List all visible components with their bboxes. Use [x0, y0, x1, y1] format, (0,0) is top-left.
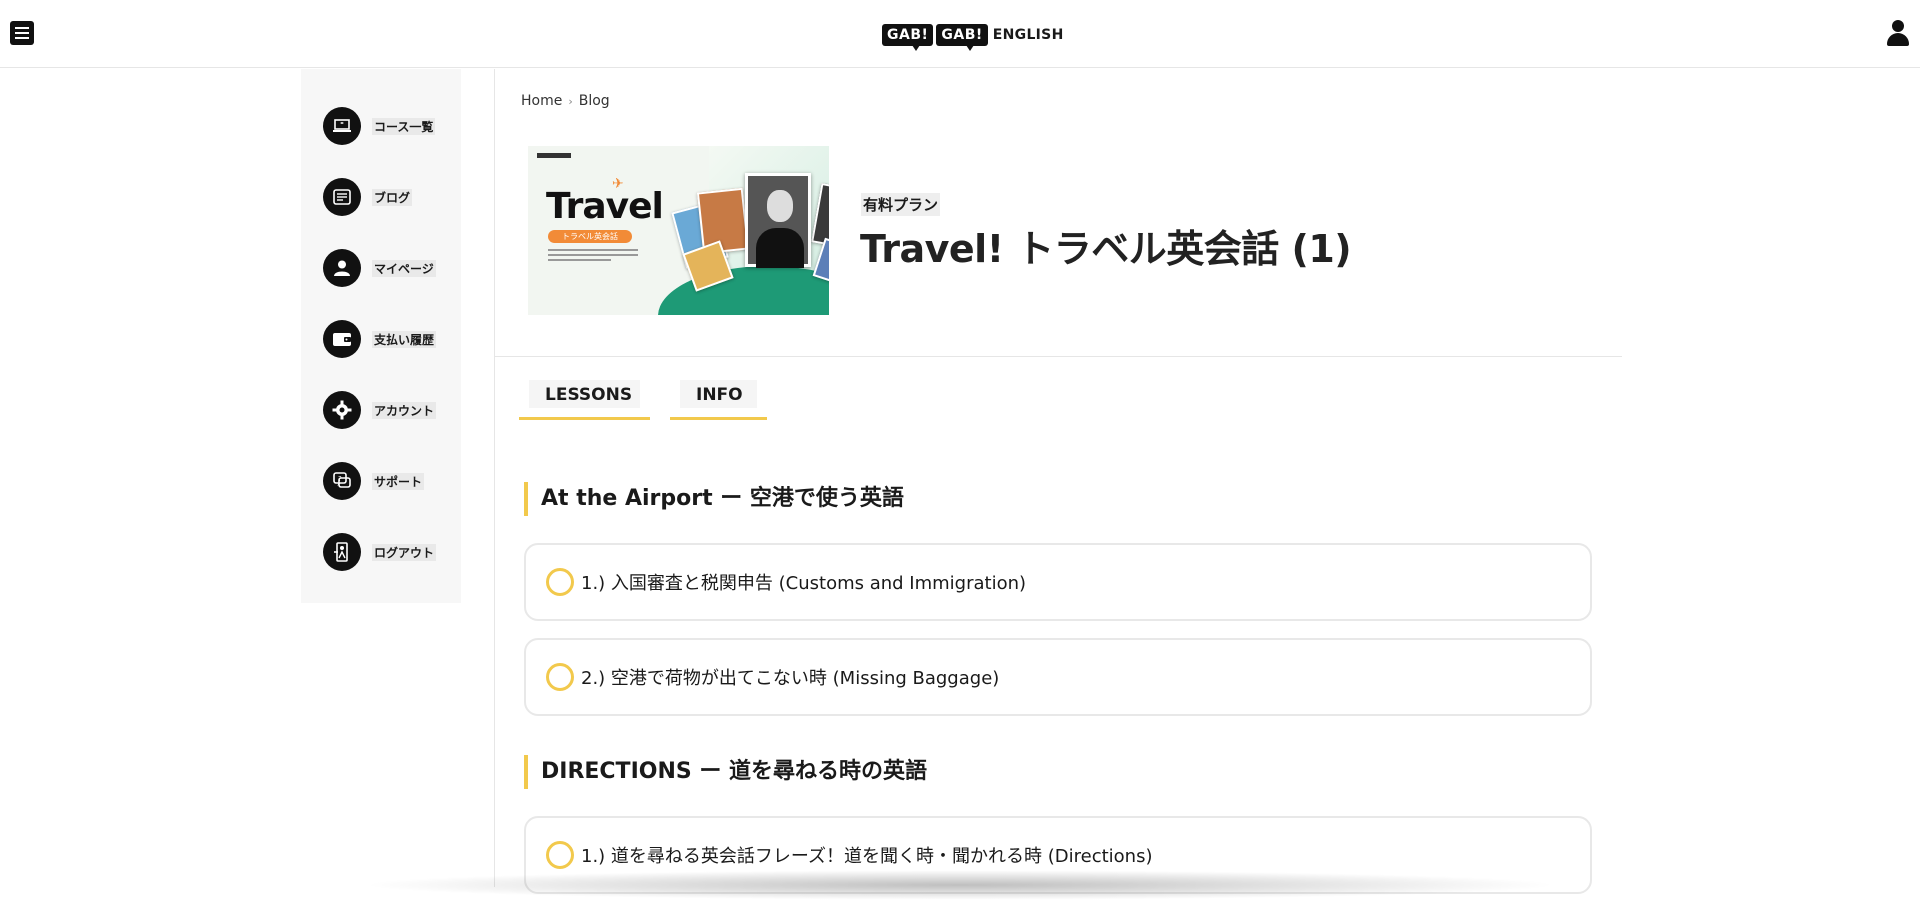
- gear-icon: [323, 391, 361, 429]
- top-bar: GAB! GAB! ENGLISH: [0, 0, 1920, 68]
- lesson-status-circle-icon: [546, 663, 574, 691]
- sidebar-item-blog[interactable]: ブログ: [323, 177, 453, 217]
- plan-badge: 有料プラン: [861, 193, 941, 216]
- thumbnail-subtitle: トラベル英会話: [548, 230, 632, 243]
- sidebar-item-courses[interactable]: コース一覧: [323, 106, 453, 146]
- tab-info[interactable]: INFO: [670, 380, 767, 420]
- laptop-icon: [323, 107, 361, 145]
- sidebar-item-label: コース一覧: [372, 117, 436, 135]
- logo-word: ENGLISH: [992, 27, 1064, 43]
- sidebar: コース一覧 ブログ マイページ 支払い履歴 アカウント ? サポート ログアウト: [301, 69, 461, 603]
- sidebar-item-support[interactable]: ? サポート: [323, 461, 453, 501]
- sidebar-item-account[interactable]: アカウント: [323, 390, 453, 430]
- bottom-shadow: [360, 870, 1560, 900]
- tab-label: LESSONS: [529, 380, 640, 408]
- content-divider: [494, 69, 495, 887]
- thumbnail-description-lines: [548, 249, 638, 264]
- sidebar-item-label: ログアウト: [372, 543, 437, 561]
- sidebar-item-mypage[interactable]: マイページ: [323, 248, 453, 288]
- lesson-title: 1.) 入国審査と税関申告 (Customs and Immigration): [581, 573, 1027, 594]
- lesson-title: 1.) 道を尋ねる英会話フレーズ！道を聞く時・聞かれる時 (Directions…: [581, 846, 1153, 867]
- section-heading: DIRECTIONS ー 道を尋ねる時の英語: [524, 755, 927, 789]
- support-icon: ?: [323, 462, 361, 500]
- breadcrumb: Home › Blog: [521, 93, 610, 109]
- lesson-title: 2.) 空港で荷物が出てこない時 (Missing Baggage): [581, 668, 1000, 689]
- sidebar-item-label: マイページ: [372, 259, 436, 277]
- tab-label: INFO: [680, 380, 757, 408]
- header-divider: [495, 356, 1622, 357]
- section-heading: At the Airport ー 空港で使う英語: [524, 482, 904, 516]
- thumbnail-brand-mark: [537, 153, 571, 158]
- breadcrumb-separator-icon: ›: [568, 94, 573, 108]
- tab-lessons[interactable]: LESSONS: [519, 380, 650, 420]
- sidebar-item-logout[interactable]: ログアウト: [323, 532, 453, 572]
- sidebar-item-label: アカウント: [372, 401, 437, 419]
- site-logo[interactable]: GAB! GAB! ENGLISH: [882, 22, 1064, 51]
- wallet-icon: [323, 320, 361, 358]
- svg-text:?: ?: [338, 475, 342, 483]
- thumbnail-title: Travel: [546, 186, 664, 227]
- account-user-icon[interactable]: [1886, 20, 1910, 46]
- sidebar-item-label: ブログ: [372, 188, 413, 206]
- lesson-status-circle-icon: [546, 568, 574, 596]
- breadcrumb-home-link[interactable]: Home: [521, 93, 562, 109]
- user-icon: [323, 249, 361, 287]
- logo-bubble: GAB!: [882, 24, 934, 51]
- course-thumbnail: ✈ Travel トラベル英会話: [528, 146, 829, 315]
- page-title: Travel! トラベル英会話 (1): [860, 227, 1352, 271]
- sidebar-item-payment-history[interactable]: 支払い履歴: [323, 319, 453, 359]
- lesson-status-circle-icon: [546, 841, 574, 869]
- instructor-photo: [745, 173, 811, 268]
- sidebar-item-label: 支払い履歴: [372, 330, 437, 348]
- hamburger-menu-icon[interactable]: [10, 21, 34, 45]
- postcard-image: [696, 187, 750, 255]
- lesson-item[interactable]: 2.) 空港で荷物が出てこない時 (Missing Baggage): [524, 638, 1592, 716]
- breadcrumb-current[interactable]: Blog: [579, 93, 610, 109]
- blog-icon: [323, 178, 361, 216]
- lesson-item[interactable]: 1.) 入国審査と税関申告 (Customs and Immigration): [524, 543, 1592, 621]
- logo-bubble: GAB!: [936, 24, 988, 51]
- logout-icon: [323, 533, 361, 571]
- sidebar-item-label: サポート: [372, 472, 425, 490]
